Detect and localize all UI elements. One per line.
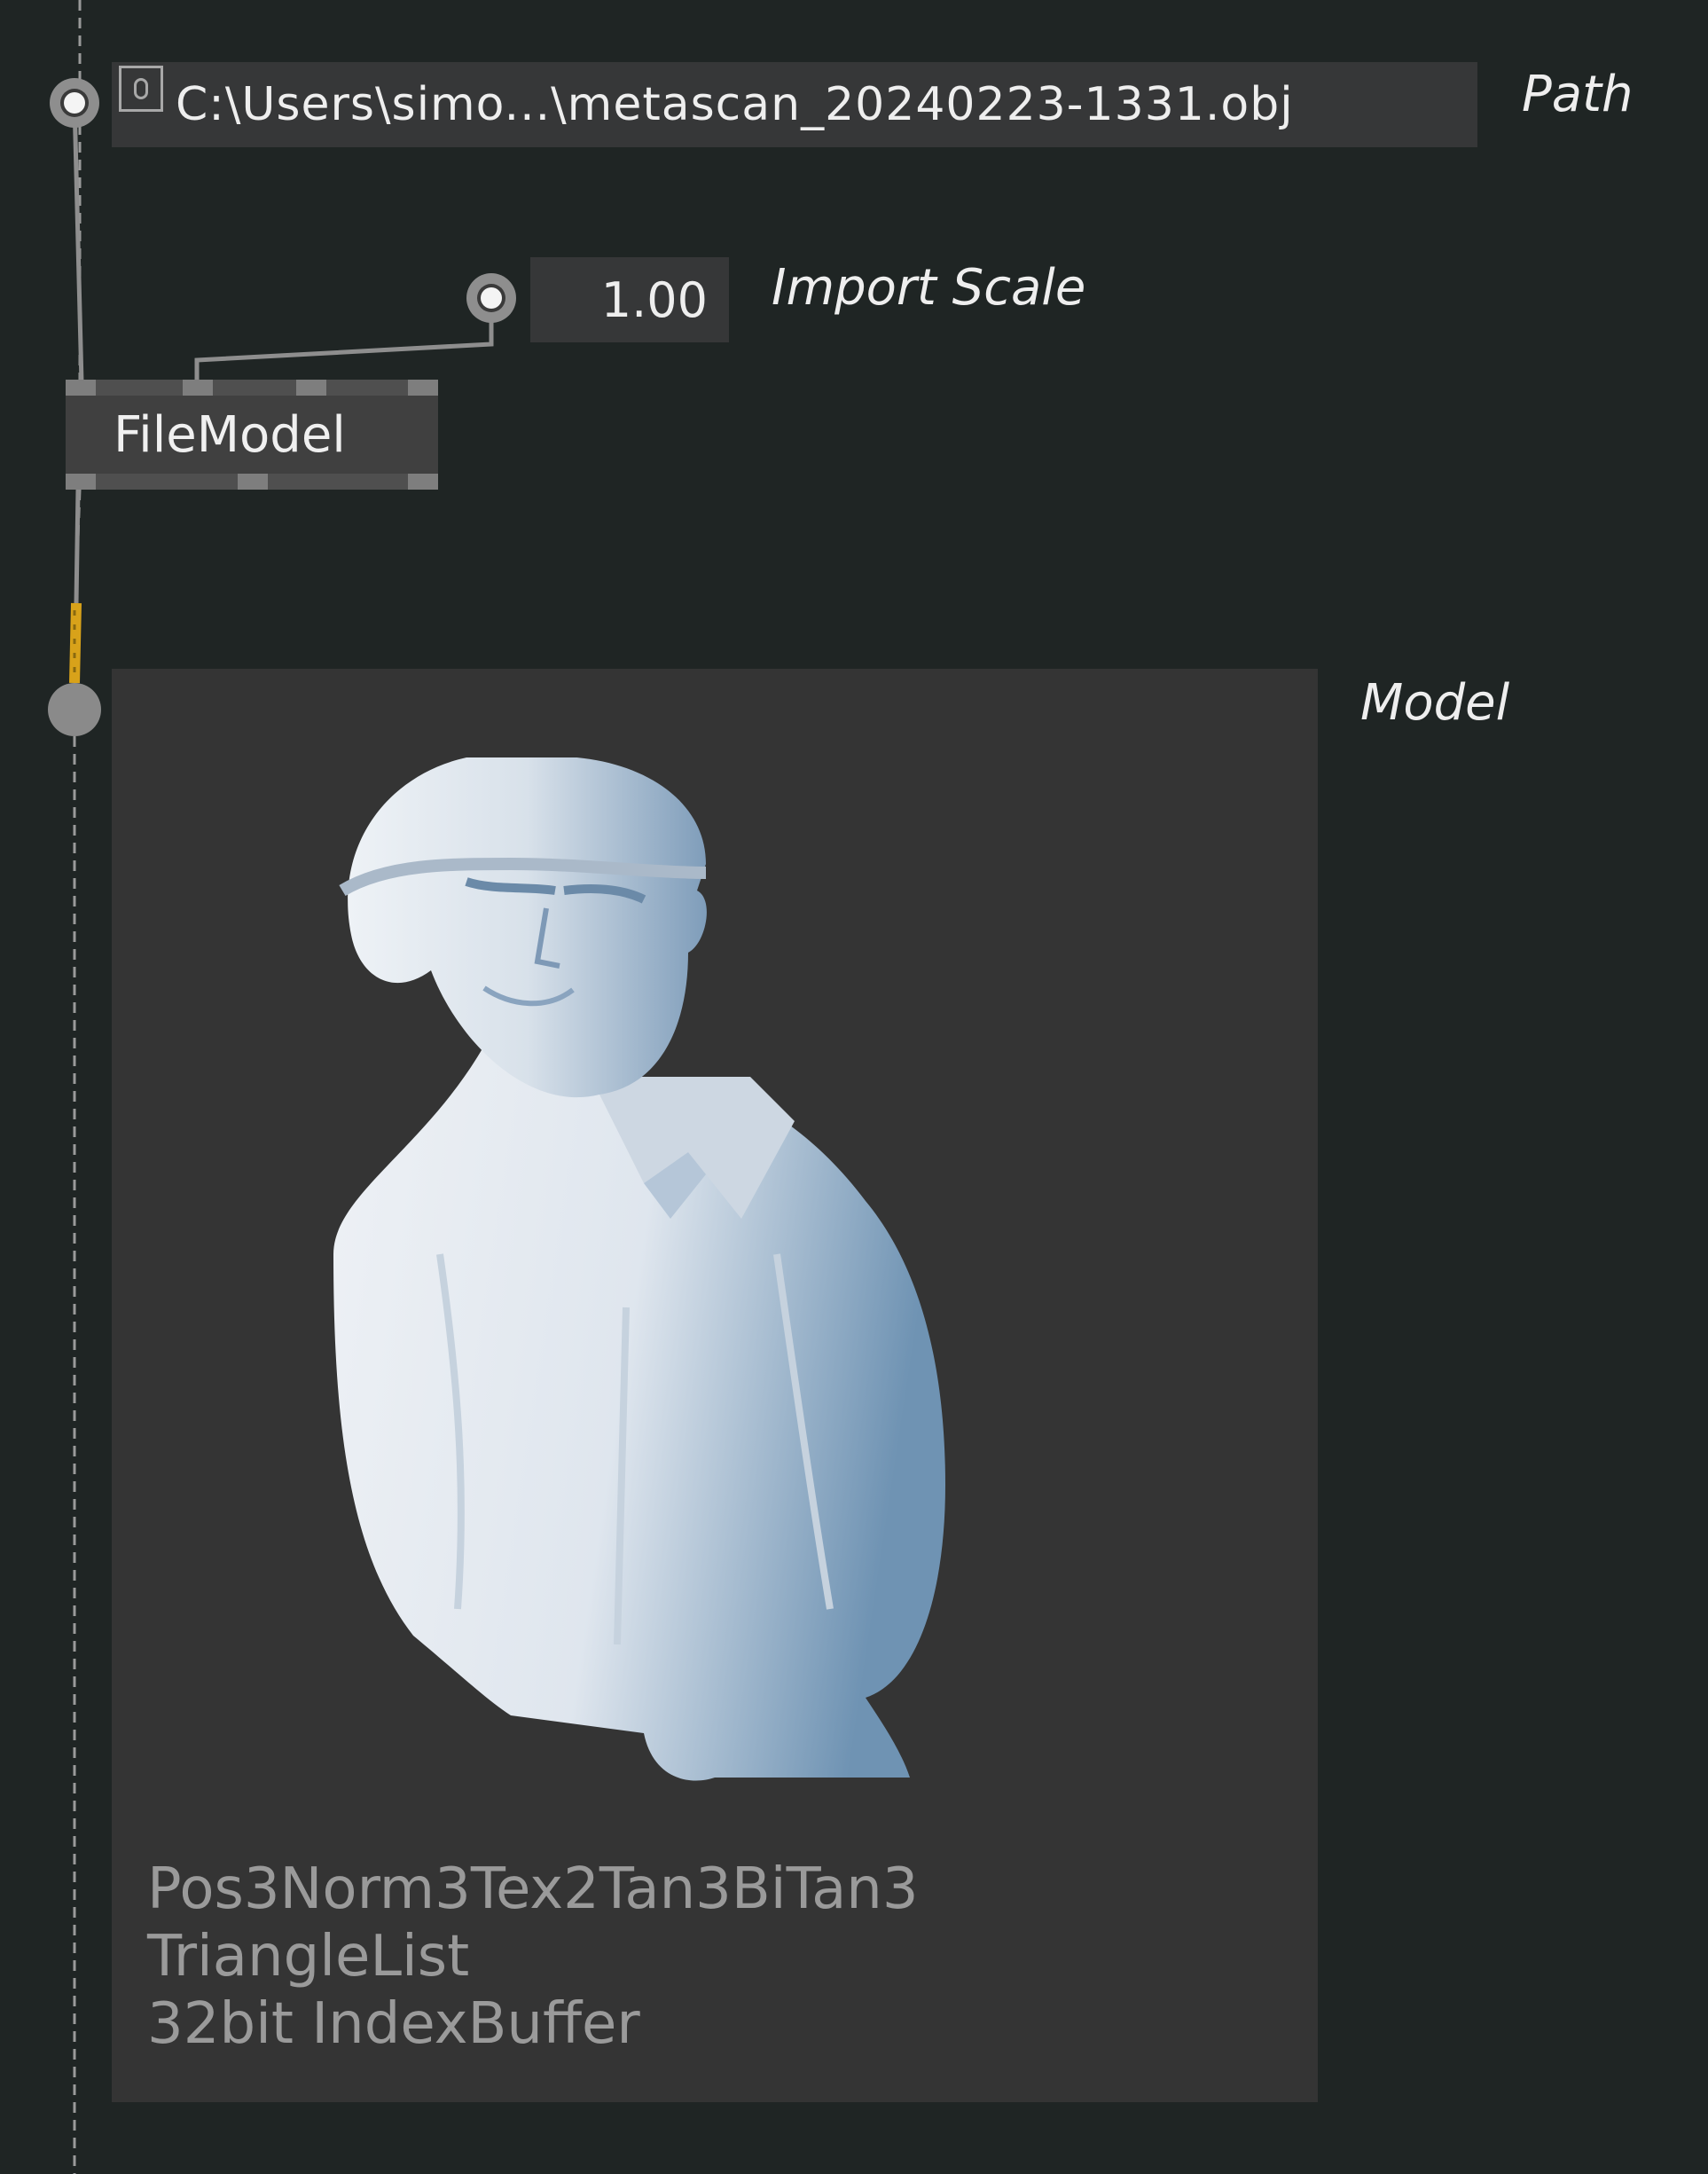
model-label: Model [1360,674,1510,732]
vertex-layout-text: Pos3Norm3Tex2Tan3BiTan3 [147,1856,919,1922]
model-info: Pos3Norm3Tex2Tan3BiTan3 TriangleList 32b… [147,1856,919,2058]
topology-text: TriangleList [147,1924,470,1990]
filemodel-output-pin-model[interactable] [66,474,96,490]
filemodel-output-pin-3[interactable] [408,474,438,490]
filemodel-input-bar [66,380,438,396]
path-value[interactable]: C:\Users\simo...\metascan_20240223-1331.… [176,78,1294,131]
filemodel-node[interactable]: FileModel [66,380,438,490]
import-scale-output-pin[interactable] [466,273,516,323]
index-buffer-text: 32bit IndexBuffer [147,1991,640,2057]
filemodel-input-pin-3[interactable] [296,380,326,396]
path-label: Path [1522,66,1634,123]
filemodel-input-pin-4[interactable] [408,380,438,396]
filemodel-output-pin-2[interactable] [238,474,268,490]
path-iobox[interactable]: C:\Users\simo...\metascan_20240223-1331.… [112,62,1477,147]
model-preview-panel: Pos3Norm3Tex2Tan3BiTan3 TriangleList 32b… [112,669,1318,2102]
model-input-pin[interactable] [48,683,101,736]
import-scale-label: Import Scale [772,259,1086,317]
scanned-bust-model [333,757,945,1781]
toggle-icon[interactable] [119,66,163,112]
path-output-pin[interactable] [50,78,99,128]
import-scale-value[interactable]: 1.00 [601,272,708,328]
filemodel-input-pin-scale[interactable] [183,380,213,396]
filemodel-title: FileModel [114,406,346,464]
filemodel-input-pin-path[interactable] [66,380,96,396]
import-scale-iobox[interactable]: 1.00 [530,257,729,342]
